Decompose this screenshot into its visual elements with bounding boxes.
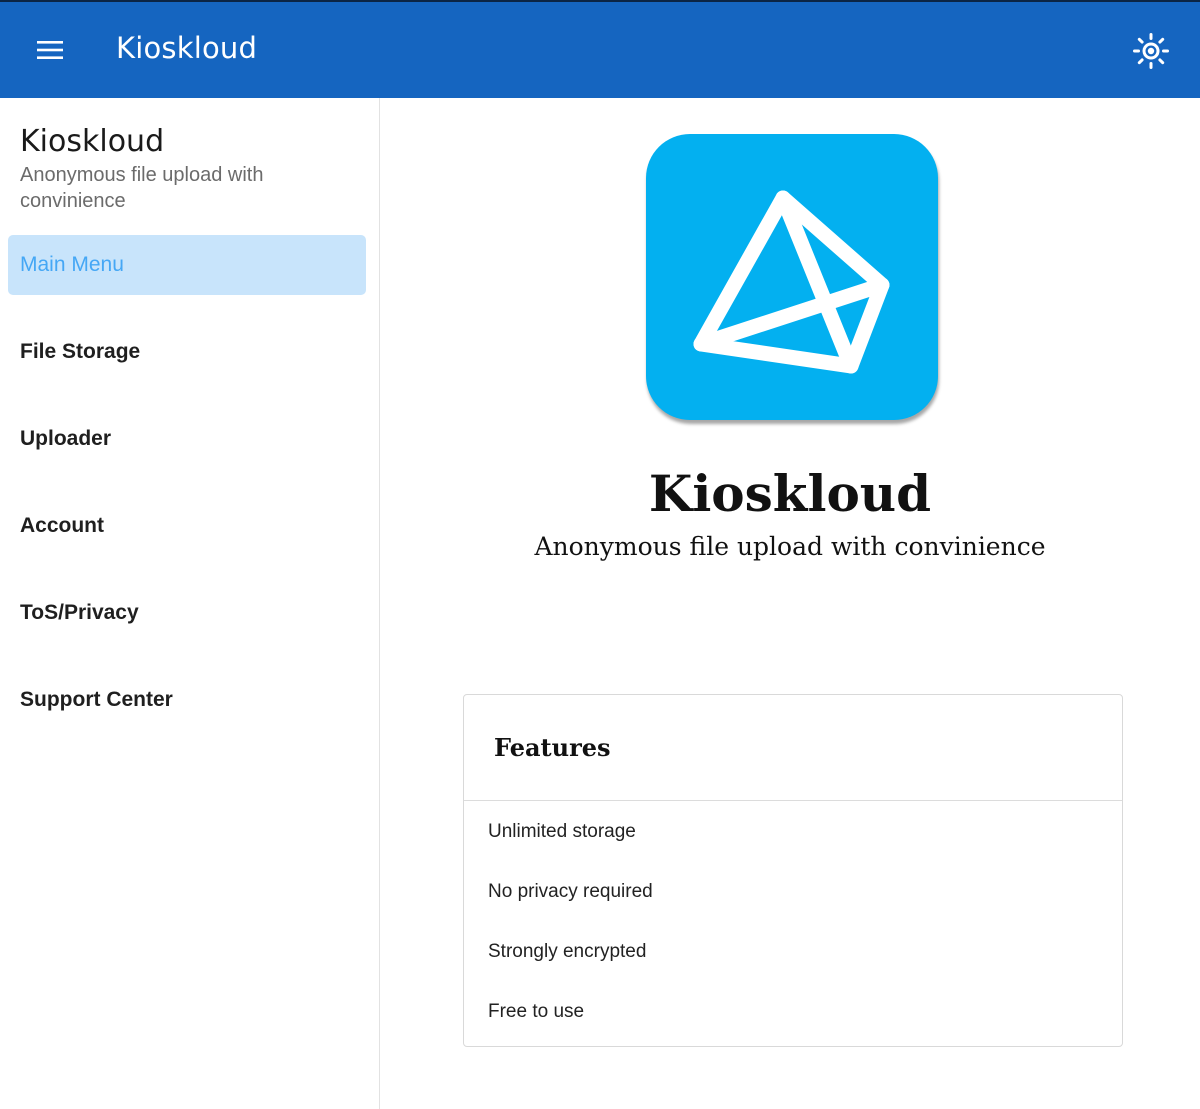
app-bar: Kioskloud — [0, 0, 1200, 98]
menu-button[interactable] — [26, 26, 74, 74]
sidebar-item-support-center[interactable]: Support Center — [8, 670, 366, 730]
features-heading: Features — [464, 695, 1122, 801]
sidebar-item-tos-privacy[interactable]: ToS/Privacy — [8, 583, 366, 643]
sidebar-subtitle: Anonymous file upload with convinience — [20, 164, 264, 212]
app-title: Kioskloud — [116, 31, 258, 65]
sidebar-item-uploader[interactable]: Uploader — [8, 409, 366, 469]
theme-toggle-button[interactable] — [1128, 28, 1174, 74]
features-card: Features Unlimited storage No privacy re… — [463, 694, 1123, 1047]
sidebar: Kioskloud Anonymous file upload with con… — [0, 98, 380, 1109]
app-logo — [646, 134, 938, 420]
main-content: Kioskloud Anonymous file upload with con… — [380, 98, 1200, 1109]
sidebar-item-file-storage[interactable]: File Storage — [8, 322, 366, 382]
hamburger-menu-icon — [37, 41, 63, 59]
hero-subtitle: Anonymous file upload with convinience — [534, 532, 1046, 561]
feature-item: Free to use — [488, 1001, 585, 1022]
sidebar-item-account[interactable]: Account — [8, 496, 366, 556]
feature-item: Unlimited storage — [488, 821, 636, 842]
sidebar-item-main-menu[interactable]: Main Menu — [8, 235, 366, 295]
features-list: Unlimited storage No privacy required St… — [464, 801, 1122, 1042]
feature-item: Strongly encrypted — [488, 941, 647, 962]
hero-title: Kioskloud — [648, 464, 932, 523]
feature-item: No privacy required — [488, 881, 653, 902]
sun-icon — [1133, 33, 1169, 69]
sidebar-brand: Kioskloud Anonymous file upload with con… — [20, 124, 360, 214]
sidebar-title: Kioskloud — [20, 124, 165, 159]
kioskloud-logo-icon — [693, 190, 890, 374]
